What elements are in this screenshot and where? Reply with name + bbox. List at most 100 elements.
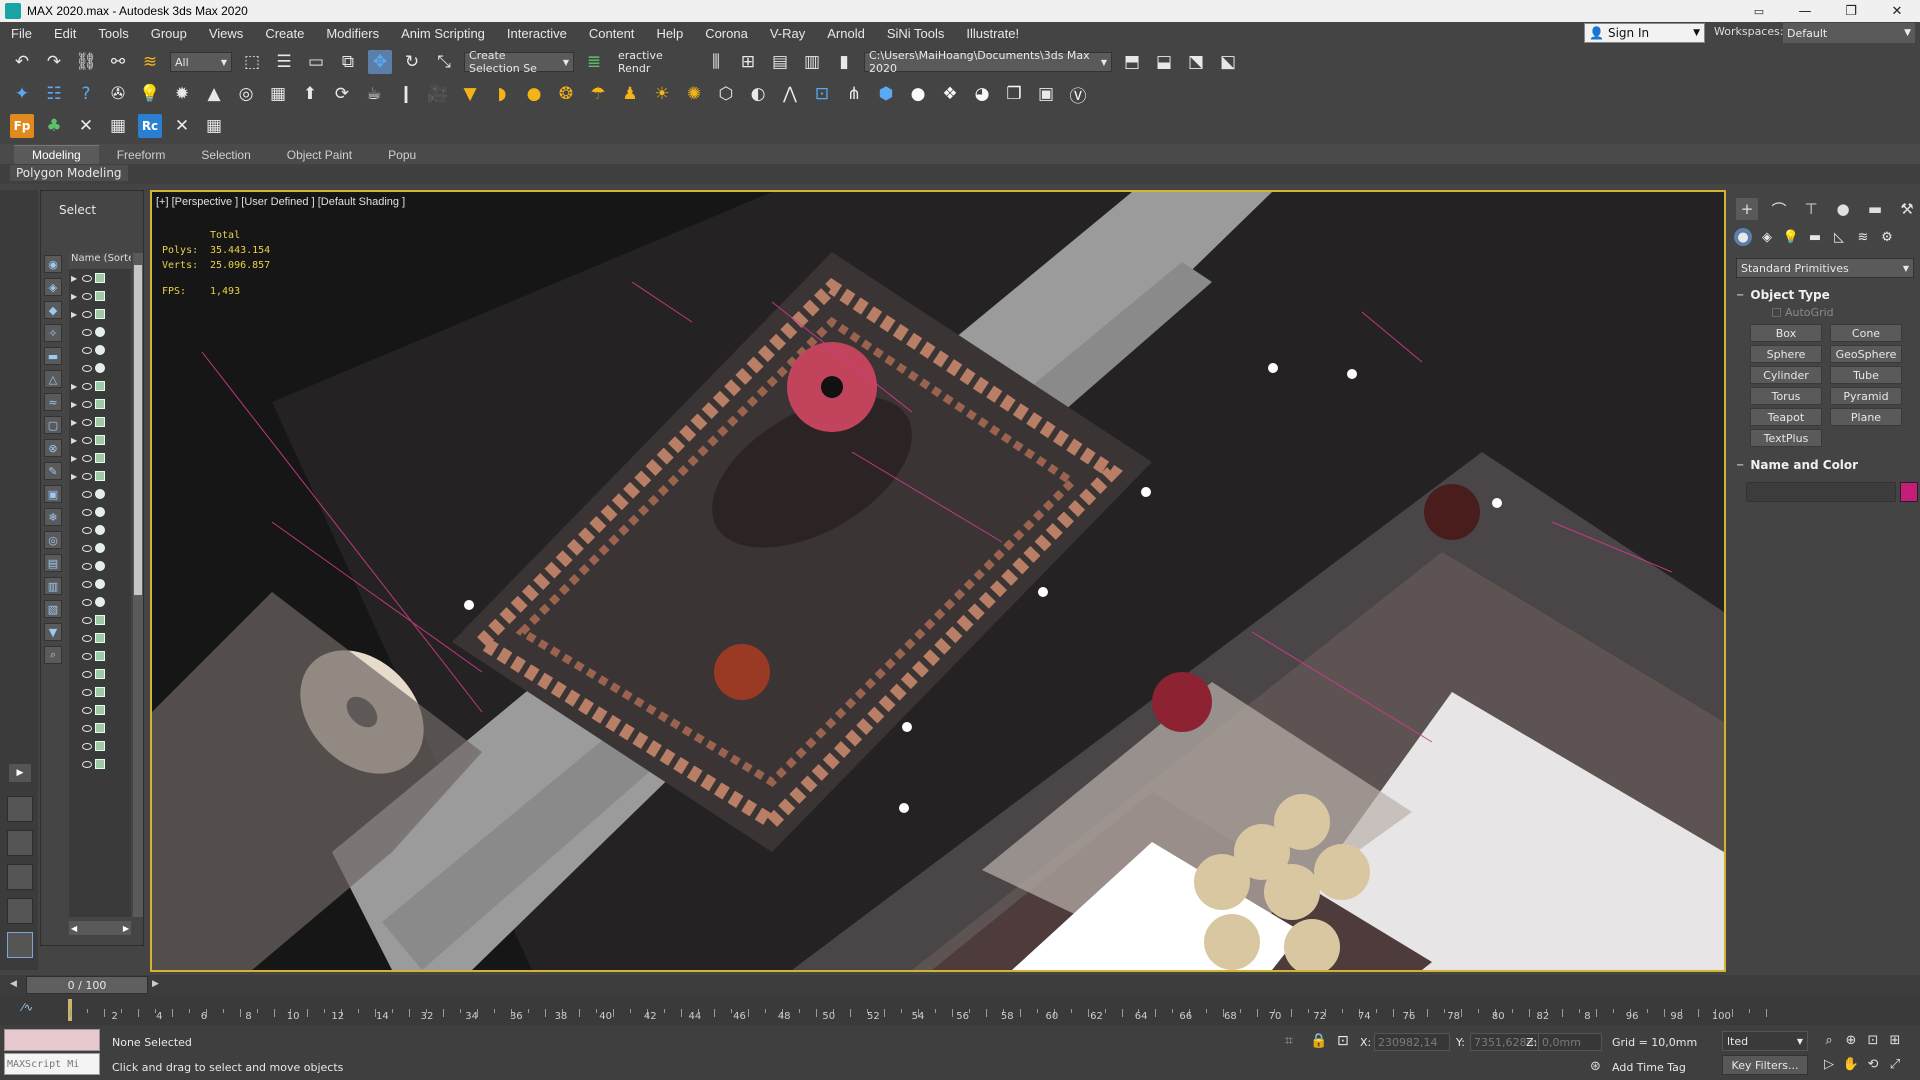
maximize-button[interactable]: ❐	[1828, 0, 1874, 22]
display-containers-icon[interactable]: ▣	[44, 485, 62, 503]
scene-object-row[interactable]	[69, 719, 131, 737]
grid-table-icon[interactable]: ▦	[202, 114, 226, 138]
ies-light-icon[interactable]: ☂	[586, 82, 610, 106]
visibility-eye-icon[interactable]	[82, 364, 92, 372]
find-icon[interactable]: ⌕	[44, 646, 62, 664]
ambient-light-icon[interactable]: ♟	[618, 82, 642, 106]
sign-in-dropdown[interactable]: 👤 Sign In ▼	[1584, 23, 1705, 43]
display-hidden-icon[interactable]: ◎	[44, 531, 62, 549]
zoom-all-icon[interactable]: ⊕	[1842, 1031, 1860, 1049]
pin-icon[interactable]: ❙	[394, 82, 418, 106]
visibility-eye-icon[interactable]	[82, 436, 92, 444]
tools-icon[interactable]: ✕	[74, 114, 98, 138]
visibility-eye-icon[interactable]	[82, 454, 92, 462]
display-helpers-icon[interactable]: △	[44, 370, 62, 388]
display-xrefs-icon[interactable]: ⊗	[44, 439, 62, 457]
layout-tab-5[interactable]	[7, 932, 33, 958]
help-icon[interactable]: ?	[74, 82, 98, 106]
visibility-eye-icon[interactable]	[82, 742, 92, 750]
rendered-frame-window-icon[interactable]: ⬓	[1152, 50, 1176, 74]
utilities-tab-icon[interactable]: ⚒	[1896, 198, 1918, 220]
teapot-button[interactable]: Teapot	[1750, 408, 1822, 426]
systems-icon[interactable]: ⚙	[1878, 228, 1896, 246]
add-time-tag-button[interactable]: Add Time Tag	[1612, 1061, 1686, 1074]
modify-tab-icon[interactable]: ⌒	[1768, 198, 1790, 220]
scene-object-row[interactable]: ▶	[69, 377, 131, 395]
scene-object-row[interactable]	[69, 485, 131, 503]
scene-object-row[interactable]	[69, 593, 131, 611]
helpers-icon[interactable]: ◺	[1830, 228, 1848, 246]
menu-illustrate[interactable]: Illustrate!	[955, 26, 1030, 41]
scroll-right-icon[interactable]: ▶	[123, 924, 129, 933]
menu-anim-scripting[interactable]: Anim Scripting	[390, 26, 496, 41]
plane-button[interactable]: Plane	[1830, 408, 1902, 426]
object-type-rollout[interactable]: − Object Type	[1736, 286, 1914, 304]
menu-content[interactable]: Content	[578, 26, 646, 41]
expand-arrow-icon[interactable]: ▶	[71, 400, 79, 409]
display-groups-icon[interactable]: ▢	[44, 416, 62, 434]
display-spacewarps-icon[interactable]: ≈	[44, 393, 62, 411]
layer-explorer-icon[interactable]: ▥	[800, 50, 824, 74]
light-bulb-icon[interactable]: 💡	[138, 82, 162, 106]
menu-help[interactable]: Help	[645, 26, 694, 41]
select-object-icon[interactable]: ⬚	[240, 50, 264, 74]
scene-object-row[interactable]: ▶	[69, 431, 131, 449]
cone-button[interactable]: Cone	[1830, 324, 1902, 342]
expand-arrow-icon[interactable]: ▶	[71, 382, 79, 391]
list-icon[interactable]: ☷	[42, 82, 66, 106]
render-iterative-icon[interactable]: ⬕	[1216, 50, 1240, 74]
maximize-viewport-icon[interactable]: ⤢	[1886, 1055, 1904, 1073]
sphere-half-icon[interactable]: ◐	[746, 82, 770, 106]
visibility-eye-icon[interactable]	[82, 490, 92, 498]
mirror-icon[interactable]: ⫼	[704, 50, 728, 74]
rotate-object-icon[interactable]: ⟳	[330, 82, 354, 106]
scene-object-row[interactable]	[69, 629, 131, 647]
forest-pack-icon[interactable]: Fp	[10, 114, 34, 138]
scene-object-row[interactable]	[69, 503, 131, 521]
scene-object-row[interactable]	[69, 647, 131, 665]
selection-lock-icon[interactable]: 🔒	[1310, 1033, 1327, 1049]
menu-vray[interactable]: V-Ray	[759, 26, 816, 41]
visibility-eye-icon[interactable]	[82, 688, 92, 696]
object-color-swatch[interactable]	[1900, 482, 1918, 502]
display-none-icon[interactable]: ◉	[44, 255, 62, 273]
display-none-toggle-icon[interactable]: ▥	[44, 577, 62, 595]
unlink-icon[interactable]: ⚯	[106, 50, 130, 74]
motion-tab-icon[interactable]: ●	[1832, 198, 1854, 220]
ribbon-toggle-icon[interactable]: ▮	[832, 50, 856, 74]
menu-tools[interactable]: Tools	[87, 26, 139, 41]
scene-object-row[interactable]: ▶	[69, 269, 131, 287]
visibility-eye-icon[interactable]	[82, 544, 92, 552]
time-slider-thumb[interactable]: 0 / 100	[26, 976, 148, 994]
perspective-viewport[interactable]: [+] [Perspective ] [User Defined ] [Defa…	[150, 190, 1726, 972]
select-and-scale-icon[interactable]: ⤡	[432, 50, 456, 74]
railclone-icon[interactable]: Rc	[138, 114, 162, 138]
x-coordinate-field[interactable]: 230982,14	[1374, 1033, 1450, 1051]
layout-tab-4[interactable]	[7, 898, 33, 924]
scene-object-row[interactable]	[69, 737, 131, 755]
sphere-button[interactable]: Sphere	[1750, 345, 1822, 363]
sun-icon[interactable]: ✹	[170, 82, 194, 106]
environment-fog-icon[interactable]: ⬢	[874, 82, 898, 106]
pyramid-button[interactable]: Pyramid	[1830, 387, 1902, 405]
expand-arrow-icon[interactable]: ▶	[71, 418, 79, 427]
curve-editor-icon[interactable]: ⁄∿	[22, 1001, 33, 1014]
close-button[interactable]: ✕	[1874, 0, 1920, 22]
expand-arrow-icon[interactable]: ▶	[71, 472, 79, 481]
menu-views[interactable]: Views	[198, 26, 254, 41]
isolate-selection-icon[interactable]: ⌗	[1285, 1033, 1293, 1049]
spot-light-icon[interactable]: ▼	[458, 82, 482, 106]
fur-icon[interactable]: ⋔	[842, 82, 866, 106]
scene-states-icon[interactable]: ✦	[10, 82, 34, 106]
scrollbar-thumb[interactable]	[134, 265, 142, 595]
box-button[interactable]: Box	[1750, 324, 1822, 342]
clipper-icon[interactable]: ⊡	[810, 82, 834, 106]
restore-icon[interactable]: ▭	[1736, 0, 1782, 22]
name-and-color-rollout[interactable]: − Name and Color	[1736, 456, 1914, 474]
layout-tab-3[interactable]	[7, 864, 33, 890]
box-icon[interactable]: ⬡	[714, 82, 738, 106]
selection-filter-select[interactable]: All ▼	[170, 52, 232, 72]
menu-arnold[interactable]: Arnold	[816, 26, 876, 41]
scene-object-row[interactable]: ▶	[69, 305, 131, 323]
absolute-mode-icon[interactable]: ⊡	[1337, 1033, 1349, 1049]
